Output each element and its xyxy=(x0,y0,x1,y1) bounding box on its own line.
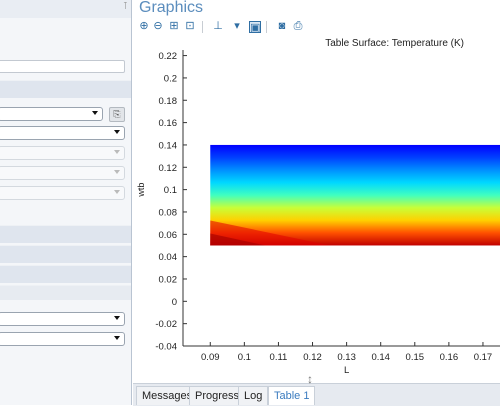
y-tick-label: 0.08 xyxy=(159,207,178,218)
settings-combo-disabled-3 xyxy=(0,186,125,200)
splitter-resize-icon[interactable]: ↕ xyxy=(307,372,313,386)
x-tick-label: 0.14 xyxy=(371,352,390,363)
pin-icon[interactable]: ⊺ xyxy=(123,1,128,12)
y-axis-label: wtb xyxy=(136,183,146,198)
settings-combo-1[interactable] xyxy=(0,107,103,121)
settings-action-button[interactable]: ⎘ xyxy=(109,107,125,122)
y-tick-label: 0.04 xyxy=(159,252,178,263)
y-tick-label: 0.12 xyxy=(159,163,178,174)
x-tick-label: 0.16 xyxy=(440,352,459,363)
chevron-down-icon xyxy=(114,316,120,320)
y-tick-label: 0.2 xyxy=(164,73,177,84)
y-tick-label: 0 xyxy=(172,297,177,308)
settings-combo-3[interactable] xyxy=(0,312,125,326)
tab-table-1[interactable]: Table 1 xyxy=(268,386,316,405)
y-tick-label: 0.22 xyxy=(159,51,178,62)
x-axis-label: L xyxy=(344,365,349,376)
chevron-down-icon xyxy=(114,150,120,154)
section-header[interactable] xyxy=(0,80,131,98)
settings-combo-disabled-2 xyxy=(0,166,125,180)
chevron-down-icon xyxy=(92,111,98,115)
settings-panel-header: ⊺ xyxy=(0,0,131,18)
y-tick-label: 0.16 xyxy=(159,118,178,129)
temperature-plot[interactable]: Table Surface: Temperature (K) 0.22 0.2 0.1… xyxy=(133,0,500,383)
y-tick-label: -0.04 xyxy=(155,342,177,353)
section-header[interactable] xyxy=(0,265,131,283)
chevron-down-icon xyxy=(114,336,120,340)
settings-combo-disabled-1 xyxy=(0,146,125,160)
tab-progress[interactable]: Progress xyxy=(189,386,246,405)
tab-log[interactable]: Log xyxy=(238,386,269,405)
y-tick-label: 0.18 xyxy=(159,96,178,107)
graphics-window: Graphics ⊕ ⊖ ⊞ ⊡ ⊥ ▾ ▣ ◙ ⎙ Table Surface: Temper… xyxy=(133,0,500,383)
y-tick-label: -0.02 xyxy=(155,319,177,330)
section-header[interactable] xyxy=(0,225,131,243)
section-header[interactable] xyxy=(0,245,131,263)
settings-combo-4[interactable] xyxy=(0,332,125,346)
chevron-down-icon xyxy=(114,170,120,174)
y-tick-label: 0.1 xyxy=(164,185,177,196)
x-tick-label: 0.12 xyxy=(303,352,322,363)
settings-text-field[interactable] xyxy=(0,60,125,73)
settings-combo-2[interactable] xyxy=(0,126,125,140)
settings-panel: ⊺ ⎘ xyxy=(0,0,132,405)
x-tick-label: 0.13 xyxy=(337,352,356,363)
y-tick-label: 0.02 xyxy=(159,274,178,285)
y-tick-label: 0.06 xyxy=(159,230,178,241)
x-tick-label: 0.17 xyxy=(474,352,493,363)
x-tick-label: 0.09 xyxy=(201,352,220,363)
x-tick-label: 0.15 xyxy=(406,352,425,363)
x-tick-label: 0.11 xyxy=(270,352,288,363)
section-header[interactable] xyxy=(0,285,131,300)
x-tick-label: 0.1 xyxy=(238,352,251,363)
chart-title: Table Surface: Temperature (K) xyxy=(325,38,464,49)
chevron-down-icon xyxy=(114,190,120,194)
y-tick-label: 0.14 xyxy=(159,140,178,151)
bottom-tab-strip: Messages Progress Log Table 1 xyxy=(133,383,500,406)
chevron-down-icon xyxy=(114,130,120,134)
